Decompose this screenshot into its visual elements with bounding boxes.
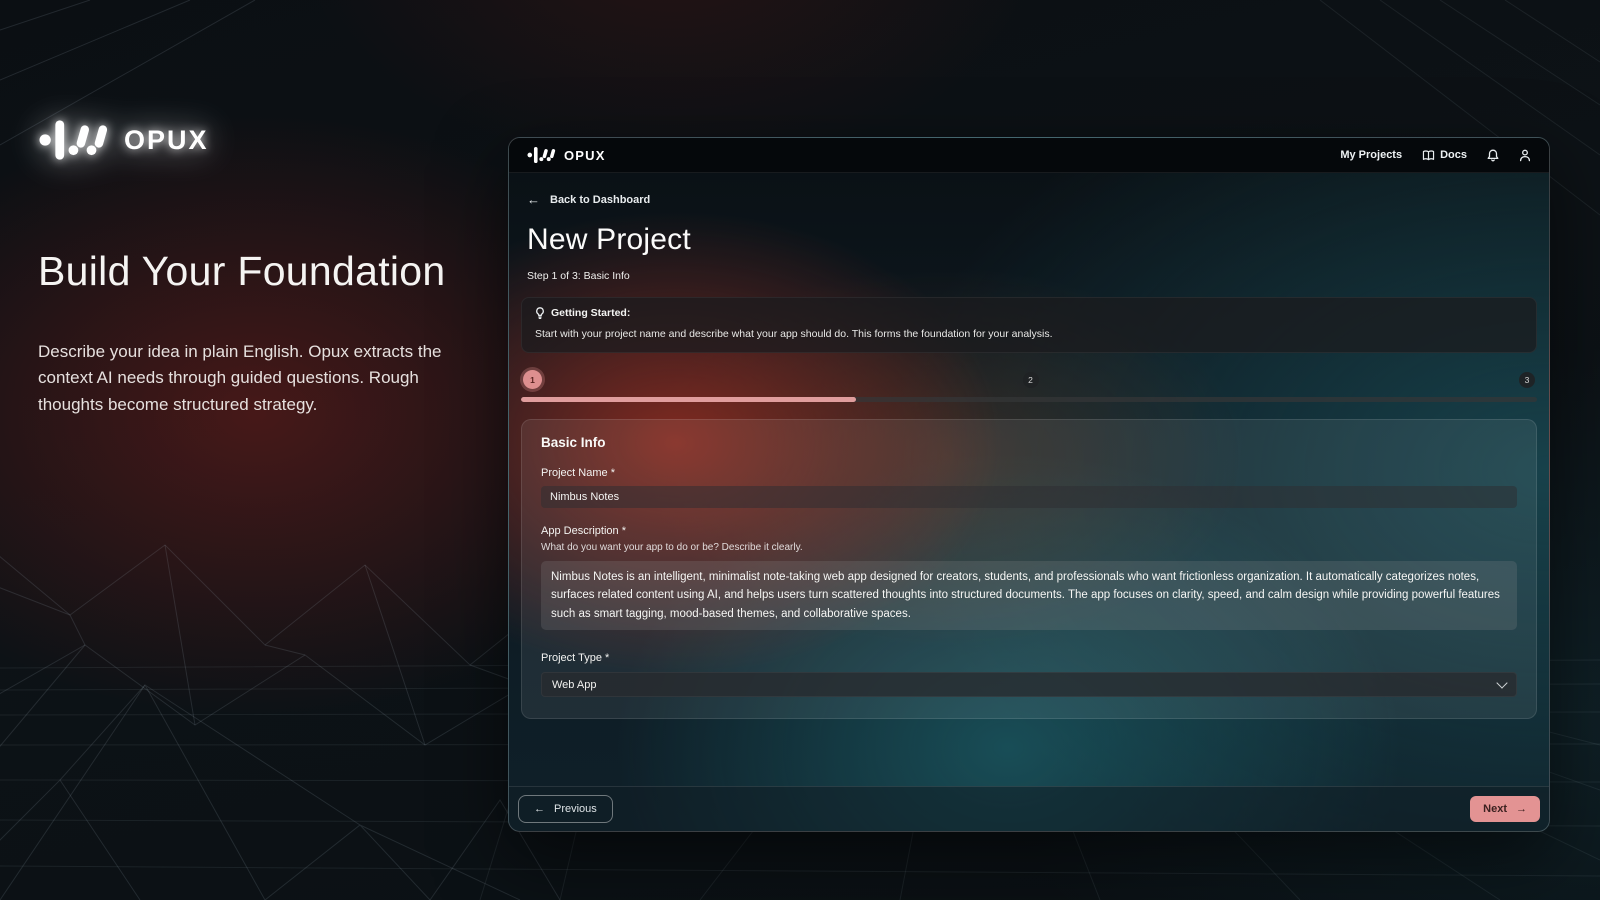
app-description-label: App Description *	[541, 525, 1517, 537]
callout-title-row: Getting Started:	[535, 307, 1523, 319]
brand-logo-text: OPUX	[124, 125, 209, 156]
next-label: Next	[1483, 803, 1507, 815]
nav-docs[interactable]: Docs	[1422, 149, 1467, 161]
app-body: ← Back to Dashboard New Project Step 1 o…	[509, 173, 1549, 786]
notifications-button[interactable]	[1487, 149, 1499, 162]
progress-track	[521, 397, 1537, 402]
chevron-down-icon	[1496, 677, 1507, 688]
back-to-dashboard-link[interactable]: ← Back to Dashboard	[527, 192, 650, 207]
card-title: Basic Info	[541, 435, 1517, 450]
opux-logo-icon	[527, 146, 557, 164]
header-nav: My Projects Docs	[1340, 149, 1531, 162]
previous-button[interactable]: ← Previous	[518, 795, 613, 823]
next-button[interactable]: Next →	[1470, 796, 1540, 822]
arrow-right-icon: →	[1516, 803, 1527, 815]
opux-logo-icon	[38, 118, 112, 162]
project-name-input[interactable]	[541, 486, 1517, 508]
step-circles-row: 1 2 3	[523, 370, 1535, 389]
page-title: New Project	[527, 223, 1537, 257]
book-icon	[1422, 150, 1435, 161]
progress-fill	[521, 397, 856, 402]
marketing-heading: Build Your Foundation	[38, 248, 470, 295]
step-circle-1[interactable]: 1	[523, 370, 542, 389]
app-window: OPUX My Projects Docs	[508, 137, 1550, 832]
app-description-textarea[interactable]: Nimbus Notes is an intelligent, minimali…	[541, 561, 1517, 630]
nav-my-projects[interactable]: My Projects	[1340, 149, 1402, 161]
nav-docs-label: Docs	[1440, 149, 1467, 161]
header-brand-text: OPUX	[564, 148, 606, 163]
header-brand[interactable]: OPUX	[527, 146, 606, 164]
arrow-left-icon: ←	[527, 192, 540, 207]
wizard-footer: ← Previous Next →	[509, 786, 1549, 831]
marketing-panel: OPUX Build Your Foundation Describe your…	[38, 118, 470, 418]
getting-started-callout: Getting Started: Start with your project…	[521, 297, 1537, 353]
callout-body: Start with your project name and describ…	[535, 328, 1523, 340]
project-type-select[interactable]: Web App	[541, 672, 1517, 697]
project-name-label: Project Name *	[541, 467, 1517, 479]
project-type-value: Web App	[552, 679, 596, 691]
arrow-left-icon: ←	[534, 803, 545, 815]
lightbulb-icon	[535, 307, 545, 319]
previous-label: Previous	[554, 803, 597, 815]
nav-my-projects-label: My Projects	[1340, 149, 1402, 161]
app-description-helper: What do you want your app to do or be? D…	[541, 542, 1517, 553]
user-icon	[1519, 149, 1531, 162]
step-indicator: Step 1 of 3: Basic Info	[527, 270, 1537, 282]
marketing-description: Describe your idea in plain English. Opu…	[38, 339, 456, 418]
bell-icon	[1487, 149, 1499, 162]
back-to-dashboard-label: Back to Dashboard	[550, 194, 650, 206]
basic-info-card: Basic Info Project Name * App Descriptio…	[521, 419, 1537, 719]
callout-title: Getting Started:	[551, 307, 630, 319]
step-circle-3[interactable]: 3	[1519, 372, 1535, 388]
project-type-label: Project Type *	[541, 652, 1517, 664]
app-header: OPUX My Projects Docs	[509, 138, 1549, 173]
step-circle-2[interactable]: 2	[1023, 372, 1039, 388]
brand-logo: OPUX	[38, 118, 470, 162]
account-button[interactable]	[1519, 149, 1531, 162]
